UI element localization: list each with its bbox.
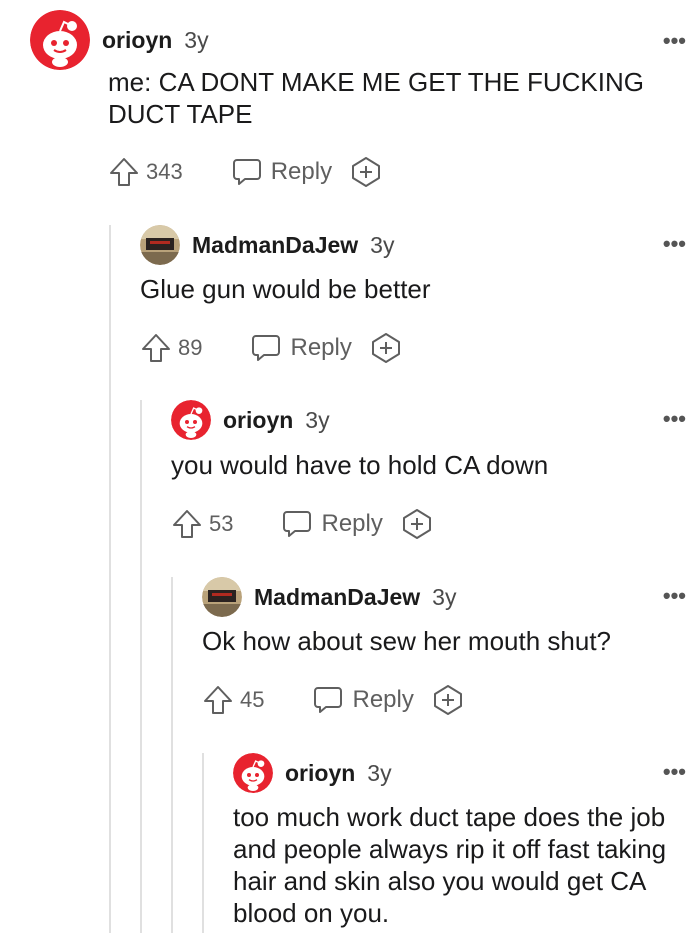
thread-line-3[interactable] (171, 577, 173, 933)
username[interactable]: orioyn (102, 27, 172, 54)
comment-body: too much work duct tape does the job and… (233, 802, 667, 928)
comment-header: MadmanDaJew 3y (202, 577, 456, 617)
upvote-button[interactable]: 343 (108, 156, 183, 188)
timestamp: 3y (370, 231, 395, 258)
comment-header: orioyn 3y (171, 400, 330, 440)
more-options-icon[interactable]: ••• (663, 761, 686, 783)
reply-label: Reply (321, 510, 383, 537)
comment-actions: 53 Reply (171, 508, 433, 540)
thread-line-4[interactable] (202, 753, 204, 933)
username[interactable]: MadmanDaJew (254, 584, 420, 611)
upvote-arrow-icon (142, 334, 170, 362)
photo-avatar-icon[interactable] (140, 225, 180, 265)
thread-line-2[interactable] (140, 400, 142, 933)
reply-button[interactable]: Reply (231, 156, 332, 188)
timestamp: 3y (367, 759, 392, 786)
photo-avatar-icon[interactable] (202, 577, 242, 617)
reply-button[interactable]: Reply (312, 684, 414, 716)
username[interactable]: MadmanDaJew (192, 232, 358, 259)
upvote-button[interactable]: 45 (202, 684, 264, 716)
award-plus-icon (402, 509, 431, 539)
more-options-icon[interactable]: ••• (663, 585, 686, 607)
award-button[interactable] (350, 156, 382, 188)
speech-bubble-icon (314, 687, 343, 713)
award-plus-icon (352, 157, 381, 187)
reply-label: Reply (290, 334, 352, 361)
upvote-button[interactable]: 89 (140, 332, 202, 364)
vote-score: 343 (146, 159, 183, 184)
vote-score: 89 (178, 335, 203, 360)
more-options-icon[interactable]: ••• (663, 233, 686, 255)
award-plus-icon (371, 333, 400, 363)
username[interactable]: orioyn (223, 407, 293, 434)
upvote-arrow-icon (110, 158, 138, 186)
timestamp: 3y (432, 583, 457, 610)
more-options-icon[interactable]: ••• (663, 30, 686, 52)
snoo-avatar-icon[interactable] (233, 753, 273, 793)
speech-bubble-icon (232, 159, 261, 185)
timestamp: 3y (184, 26, 209, 53)
comment-body: you would have to hold CA down (171, 450, 549, 480)
award-button[interactable] (370, 332, 402, 364)
reply-label: Reply (352, 686, 414, 713)
username[interactable]: orioyn (285, 760, 355, 787)
reply-button[interactable]: Reply (250, 332, 352, 364)
speech-bubble-icon (283, 511, 312, 537)
comment-header: MadmanDaJew 3y (140, 225, 394, 265)
comment-body: Glue gun would be better (140, 274, 431, 304)
comment-actions: 45 Reply (202, 684, 464, 716)
thread-line-1[interactable] (109, 225, 111, 933)
upvote-arrow-icon (204, 686, 232, 714)
award-button[interactable] (401, 508, 433, 540)
timestamp: 3y (305, 406, 330, 433)
comment-header: orioyn 3y (30, 10, 209, 70)
snoo-avatar-icon[interactable] (171, 400, 211, 440)
award-plus-icon (433, 685, 462, 715)
comment-body: me: CA DONT MAKE ME GET THE FUCKING DUCT… (108, 67, 644, 129)
comment-actions: 343 Reply (108, 156, 382, 188)
speech-bubble-icon (252, 335, 281, 361)
vote-score: 45 (240, 687, 265, 712)
comment-body: Ok how about sew her mouth shut? (202, 626, 612, 656)
comment-header: orioyn 3y (233, 753, 392, 793)
reply-label: Reply (270, 158, 333, 185)
comment-actions: 89 Reply (140, 332, 402, 364)
snoo-avatar-icon[interactable] (30, 10, 90, 70)
more-options-icon[interactable]: ••• (663, 408, 686, 430)
vote-score: 53 (209, 511, 234, 536)
award-button[interactable] (432, 684, 464, 716)
upvote-arrow-icon (173, 510, 201, 538)
upvote-button[interactable]: 53 (171, 508, 233, 540)
reply-button[interactable]: Reply (281, 508, 383, 540)
